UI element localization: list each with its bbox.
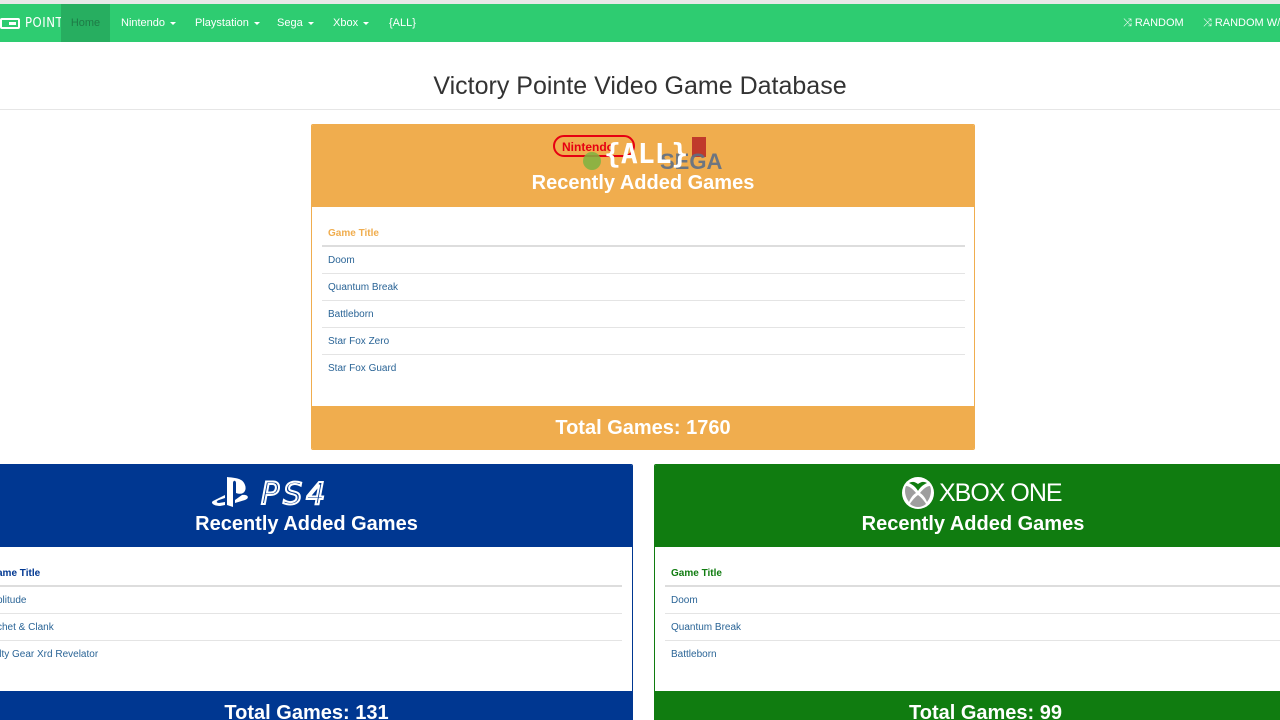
page-title: Victory Pointe Video Game Database <box>433 72 847 100</box>
table-row[interactable]: Quantum Break <box>665 614 1280 641</box>
panel-xbox-total: Total Games: 99 <box>655 691 1280 720</box>
all-consoles-logo: Nintendo SEGA {ALL} <box>553 135 722 173</box>
panel-xbox-games: XBOX ONE Recently Added Games Game Title… <box>654 464 1280 720</box>
panel-all-title: Recently Added Games <box>531 172 755 194</box>
panel-ps4-games: PS4 Recently Added Games ame Title plitu… <box>0 464 633 720</box>
caret-down-icon <box>170 22 177 25</box>
nav-sega-label: Sega <box>277 17 303 29</box>
nav-all-label: {ALL} <box>389 17 416 29</box>
all-logo-text: {ALL} <box>604 137 688 170</box>
caret-down-icon <box>307 22 314 25</box>
nav-all[interactable]: {ALL} <box>389 4 416 42</box>
divider <box>0 109 1280 110</box>
nav-playstation-label: Playstation <box>195 17 249 29</box>
nav-home-label: Home <box>70 17 101 29</box>
panel-xbox-total-text: Total Games: 99 <box>909 702 1063 720</box>
ps4-logo: PS4 <box>211 476 329 511</box>
column-header-game-title: ame Title <box>0 560 622 587</box>
random-with-button[interactable]: ⤨ RANDOM W/ C <box>1203 4 1280 42</box>
panel-all-games: Nintendo SEGA {ALL} Recently Added Games… <box>311 124 975 450</box>
caret-down-icon <box>363 22 370 25</box>
panel-all-total: Total Games: 1760 <box>312 406 974 449</box>
nav-sega[interactable]: Sega <box>277 4 314 42</box>
navbar: POINTE Home Nintendo Playstation Sega Xb… <box>0 4 1280 42</box>
nav-home[interactable]: Home <box>61 4 110 42</box>
table-row[interactable]: ilty Gear Xrd Revelator <box>0 641 622 668</box>
xbox-one-logo: XBOX ONE <box>901 475 1091 511</box>
games-table-ps4: ame Title plitude chet & Clank ilty Gear… <box>0 560 622 668</box>
table-row[interactable]: Star Fox Zero <box>322 328 965 355</box>
xbox-logo-text: XBOX ONE <box>939 478 1063 507</box>
table-row[interactable]: Battleborn <box>322 301 965 328</box>
panel-xbox-heading: XBOX ONE Recently Added Games <box>655 465 1280 547</box>
nav-nintendo-label: Nintendo <box>121 17 166 29</box>
table-row[interactable]: Star Fox Guard <box>322 355 965 382</box>
games-table-xbox: Game Title Doom Quantum Break Battleborn <box>665 560 1280 668</box>
table-row[interactable]: Doom <box>322 247 965 274</box>
nav-nintendo[interactable]: Nintendo <box>121 4 177 42</box>
nav-xbox-label: Xbox <box>333 17 359 29</box>
table-row[interactable]: Battleborn <box>665 641 1280 668</box>
panel-ps4-heading: PS4 Recently Added Games <box>0 465 632 547</box>
panel-ps4-title: Recently Added Games <box>195 513 418 535</box>
random-button[interactable]: ⤨ RANDOM <box>1123 4 1184 42</box>
random-with-label: RANDOM W/ C <box>1214 17 1280 29</box>
panel-all-heading: Nintendo SEGA {ALL} Recently Added Games <box>312 125 974 207</box>
column-header-game-title: Game Title <box>322 220 965 247</box>
shuffle-icon: ⤨ <box>1123 16 1132 29</box>
ps4-logo-text: PS4 <box>261 477 329 511</box>
controller-icon <box>0 17 20 29</box>
table-row[interactable]: Doom <box>665 587 1280 614</box>
games-table-all: Game Title Doom Quantum Break Battleborn… <box>322 220 965 382</box>
caret-down-icon <box>253 22 260 25</box>
xbox-sphere-icon <box>902 477 934 509</box>
random-label: RANDOM <box>1134 17 1184 29</box>
nav-xbox[interactable]: Xbox <box>333 4 370 42</box>
panel-ps4-total: Total Games: 131 <box>0 691 632 720</box>
table-row[interactable]: Quantum Break <box>322 274 965 301</box>
column-header-game-title: Game Title <box>665 560 1280 587</box>
nav-playstation[interactable]: Playstation <box>195 4 260 42</box>
panel-xbox-title: Recently Added Games <box>861 513 1085 535</box>
table-row[interactable]: plitude <box>0 587 622 614</box>
shuffle-icon: ⤨ <box>1203 16 1212 29</box>
table-row[interactable]: chet & Clank <box>0 614 622 641</box>
